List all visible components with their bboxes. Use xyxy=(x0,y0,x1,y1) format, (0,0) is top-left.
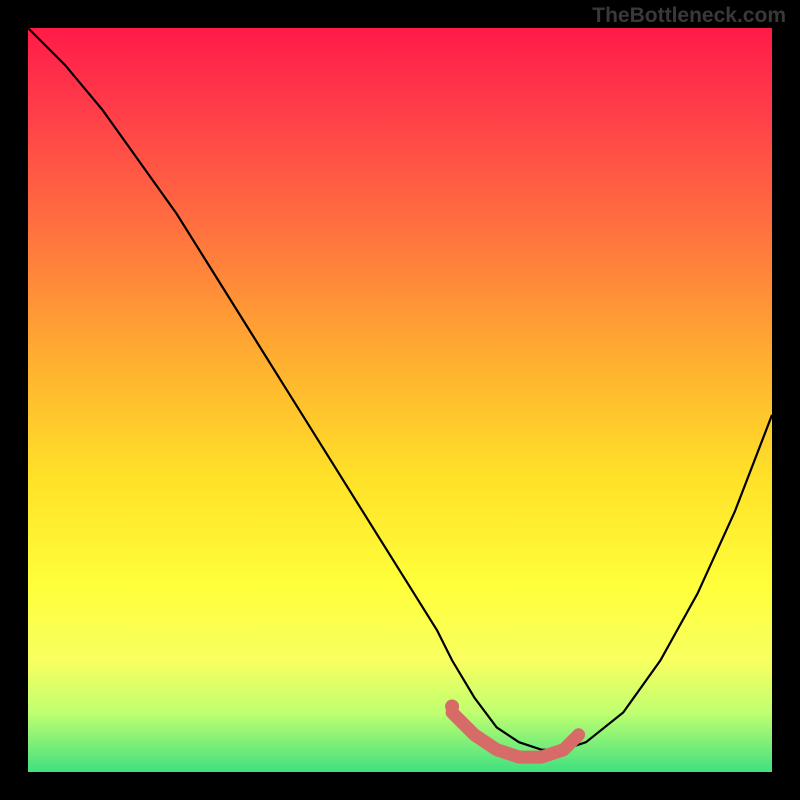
optimal-range-highlight xyxy=(445,700,578,758)
bottleneck-curve xyxy=(28,28,772,750)
watermark: TheBottleneck.com xyxy=(592,4,786,28)
chart-svg xyxy=(28,28,772,772)
chart-container: TheBottleneck.com xyxy=(0,0,800,800)
